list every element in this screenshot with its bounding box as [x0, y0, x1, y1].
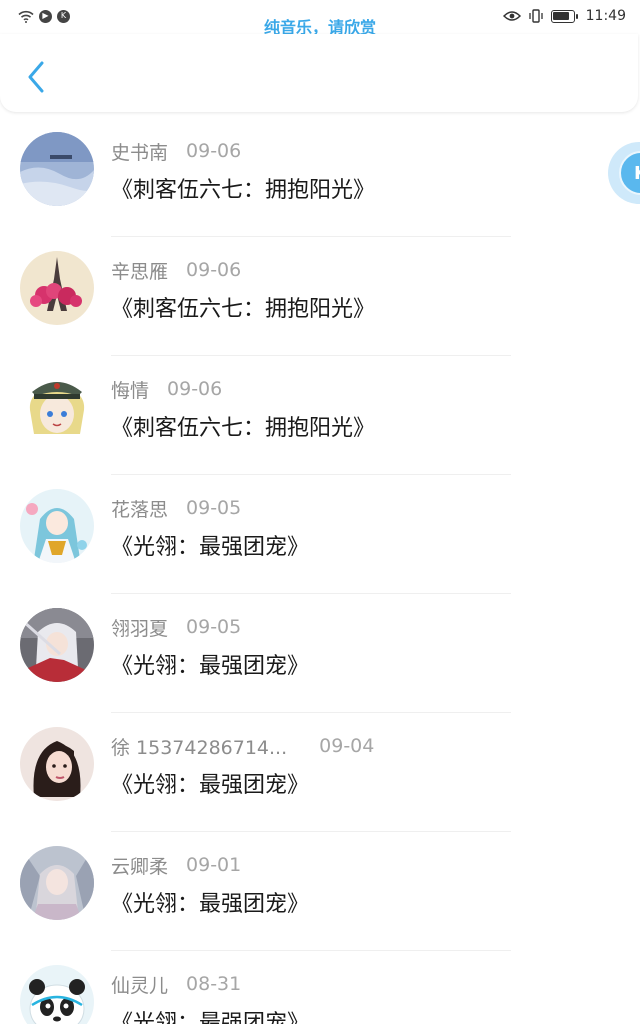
- item-meta: 花落思 09-05: [111, 495, 241, 521]
- item-content: 《光翎：最强团宠》: [111, 654, 310, 679]
- item-content: 《光翎：最强团宠》: [111, 1011, 310, 1024]
- item-meta: 仙灵儿 08-31: [111, 971, 241, 997]
- item-date: 09-01: [186, 854, 242, 876]
- item-content: 《刺客伍六七：拥抱阳光》: [111, 416, 376, 441]
- eiffel-tower-avatar-image: [20, 251, 94, 325]
- item-date: 09-06: [186, 259, 242, 281]
- fantasy-girl-avatar-image: [20, 846, 94, 920]
- item-date: 09-04: [319, 735, 375, 757]
- list-item[interactable]: 史书南 09-06 《刺客伍六七：拥抱阳光》: [0, 118, 640, 237]
- item-date: 09-05: [186, 497, 242, 519]
- list-item[interactable]: 辛思雁 09-06 《刺客伍六七：拥抱阳光》: [0, 237, 640, 356]
- item-meta: 云卿柔 09-01: [111, 852, 241, 878]
- item-content: 《光翎：最强团宠》: [111, 892, 310, 917]
- avatar[interactable]: [20, 370, 94, 444]
- header-bar: [0, 34, 638, 112]
- item-meta: 翎羽夏 09-05: [111, 614, 241, 640]
- list-item[interactable]: 悔情 09-06 《刺客伍六七：拥抱阳光》: [0, 356, 640, 475]
- item-content: 《刺客伍六七：拥抱阳光》: [111, 178, 376, 203]
- user-name: 仙灵儿: [111, 974, 169, 997]
- avatar[interactable]: [20, 965, 94, 1024]
- list-item[interactable]: 翎羽夏 09-05 《光翎：最强团宠》: [0, 594, 640, 713]
- user-name: 徐 15374286714...: [111, 736, 288, 759]
- avatar[interactable]: [20, 846, 94, 920]
- sky-avatar-image: [20, 132, 94, 206]
- item-meta: 徐 15374286714... 09-04: [111, 733, 374, 759]
- user-name: 云卿柔: [111, 855, 169, 878]
- item-date: 08-31: [186, 973, 242, 995]
- panda-mascot-avatar-image: [20, 965, 94, 1024]
- user-name: 翎羽夏: [111, 617, 169, 640]
- item-content: 《刺客伍六七：拥抱阳光》: [111, 297, 376, 322]
- user-name: 辛思雁: [111, 260, 169, 283]
- item-meta: 悔情 09-06: [111, 376, 222, 402]
- message-list: 史书南 09-06 《刺客伍六七：拥抱阳光》 辛思雁 09-06 《刺客伍六七：…: [0, 118, 640, 1024]
- item-meta: 史书南 09-06: [111, 138, 241, 164]
- list-item[interactable]: 云卿柔 09-01 《光翎：最强团宠》: [0, 832, 640, 951]
- item-date: 09-06: [167, 378, 223, 400]
- item-date: 09-05: [186, 616, 242, 638]
- chevron-left-icon: [28, 61, 44, 93]
- list-item[interactable]: 仙灵儿 08-31 《光翎：最强团宠》: [0, 951, 640, 1024]
- avatar[interactable]: [20, 727, 94, 801]
- list-item[interactable]: 花落思 09-05 《光翎：最强团宠》: [0, 475, 640, 594]
- anime-blue-girl-avatar-image: [20, 489, 94, 563]
- item-meta: 辛思雁 09-06: [111, 257, 241, 283]
- list-item[interactable]: 徐 15374286714... 09-04 《光翎：最强团宠》: [0, 713, 640, 832]
- woman-portrait-avatar-image: [20, 727, 94, 801]
- avatar[interactable]: [20, 132, 94, 206]
- avatar[interactable]: [20, 489, 94, 563]
- item-content: 《光翎：最强团宠》: [111, 773, 310, 798]
- user-name: 悔情: [111, 379, 150, 402]
- avatar[interactable]: [20, 251, 94, 325]
- item-date: 09-06: [186, 140, 242, 162]
- item-content: 《光翎：最强团宠》: [111, 535, 310, 560]
- user-name: 花落思: [111, 498, 169, 521]
- anime-officer-avatar-image: [20, 370, 94, 444]
- white-hair-warrior-avatar-image: [20, 608, 94, 682]
- back-button[interactable]: [18, 54, 54, 100]
- avatar[interactable]: [20, 608, 94, 682]
- page: ▶ K 11:49 纯音乐，请欣赏 K: [0, 0, 640, 1024]
- user-name: 史书南: [111, 141, 169, 164]
